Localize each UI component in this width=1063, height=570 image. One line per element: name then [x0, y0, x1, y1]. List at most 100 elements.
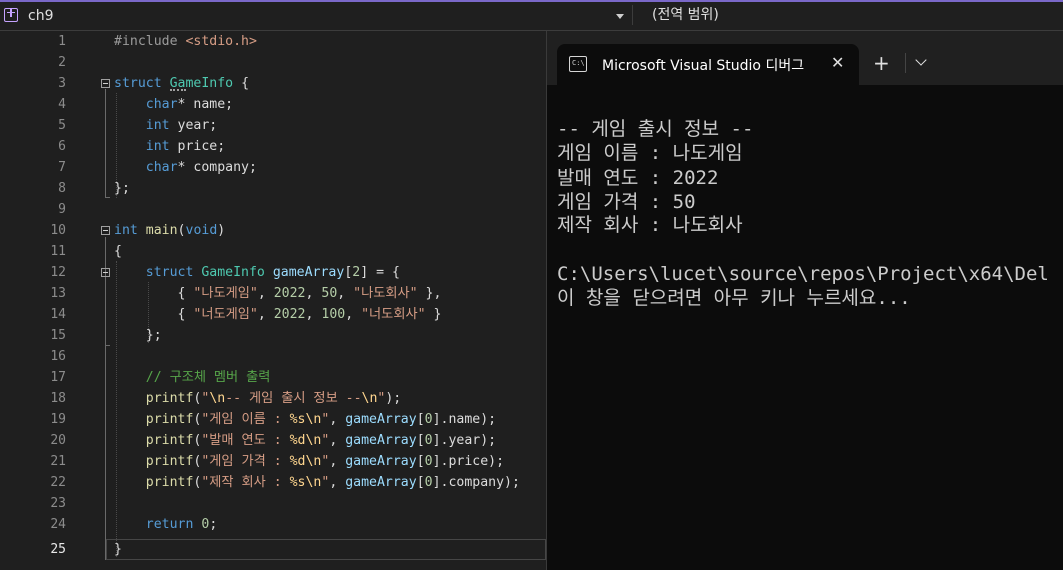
console-output-line: 제작 회사 : 나도회사: [557, 214, 743, 236]
number-literal: 0: [424, 412, 433, 427]
collapse-icon[interactable]: [101, 268, 110, 277]
code-line-22: 22 printf("제작 회사 : %s\n", gameArray[0].c…: [0, 472, 546, 493]
current-line-number: 25: [50, 542, 66, 557]
line-number: 15: [50, 328, 66, 343]
console-output-line: 게임 이름 : 나도게임: [557, 142, 743, 164]
code-line-7: 7 char* company;: [0, 157, 546, 178]
console-output-line: 이 창을 닫으려면 아무 키나 누르세요...: [557, 287, 911, 309]
string-literal: "너도게임": [193, 307, 258, 322]
code-text: {: [177, 286, 194, 301]
debug-console-window[interactable]: C:\ Microsoft Visual Studio 디버그 ✕ + -- 게…: [546, 31, 1063, 570]
code-text: ,: [329, 475, 346, 490]
line-number: 10: [50, 223, 66, 238]
code-text: }: [425, 307, 442, 322]
code-line-1: 1 #include <stdio.h>: [0, 31, 546, 52]
code-text: [: [416, 475, 425, 490]
code-text: ,: [305, 307, 322, 322]
code-text: ].name);: [432, 412, 497, 427]
line-number: 24: [50, 517, 66, 532]
keyword: int: [114, 223, 138, 238]
line-number: 2: [58, 55, 66, 70]
code-editor[interactable]: 1 #include <stdio.h> 2 3 struct GameInfo…: [0, 31, 546, 570]
toolbar-divider: [632, 5, 633, 25]
line-number: 4: [58, 97, 66, 112]
tab-divider: [905, 53, 906, 73]
number-literal: 100: [321, 307, 346, 322]
close-icon[interactable]: ✕: [831, 53, 844, 73]
code-text: ;: [209, 517, 218, 532]
line-number: 18: [50, 391, 66, 406]
code-text: ,: [337, 286, 354, 301]
code-text: {: [233, 76, 250, 91]
code-text: };: [114, 181, 130, 196]
variable-name: gameArray: [345, 454, 417, 469]
navigation-bar: ch9 (전역 범위): [0, 0, 1063, 31]
code-line-21: 21 printf("게임 가격 : %d\n", gameArray[0].p…: [0, 451, 546, 472]
line-number: 23: [50, 496, 66, 511]
code-line-18: 18 printf("\n-- 게임 출시 정보 --\n");: [0, 388, 546, 409]
keyword: return: [145, 517, 194, 532]
code-text: ].year);: [432, 433, 497, 448]
string-literal: -- 게임 출시 정보 --: [225, 391, 362, 406]
member-scope-dropdown[interactable]: (전역 범위): [652, 4, 1062, 27]
chevron-down-icon[interactable]: [915, 54, 927, 66]
code-line-17: 17 // 구조체 멤버 출력: [0, 367, 546, 388]
line-number: 8: [58, 181, 66, 196]
code-text: * name;: [177, 97, 234, 112]
function-name: main: [145, 223, 178, 238]
escape-sequence: \n: [209, 391, 226, 406]
code-text: [: [416, 454, 425, 469]
line-number: 12: [50, 265, 66, 280]
format-specifier: %d: [289, 454, 306, 469]
function-name: printf: [145, 391, 194, 406]
number-literal: 0: [424, 433, 433, 448]
line-number: 13: [50, 286, 66, 301]
string-literal: "제작 회사 :: [201, 475, 290, 490]
project-scope-dropdown[interactable]: ch9: [4, 4, 630, 27]
number-literal: 0: [424, 475, 433, 490]
collapse-icon[interactable]: [101, 226, 110, 235]
code-text: [: [416, 433, 425, 448]
keyword: struct: [114, 76, 162, 91]
line-number: 14: [50, 307, 66, 322]
code-line-2: 2: [0, 52, 546, 73]
terminal-icon-text: C:\: [572, 59, 585, 67]
code-text: {: [177, 307, 194, 322]
function-name: printf: [145, 454, 194, 469]
code-line-12: 12 struct GameInfo gameArray[2] = {: [0, 262, 546, 283]
new-tab-icon[interactable]: +: [873, 51, 890, 75]
code-text: price;: [169, 139, 226, 154]
collapse-icon[interactable]: [101, 79, 110, 88]
project-scope-label: ch9: [28, 7, 54, 24]
console-tab-bar: C:\ Microsoft Visual Studio 디버그 ✕ +: [547, 31, 1063, 85]
code-line-13: 13 { "나도게임", 2022, 50, "나도회사" },: [0, 283, 546, 304]
string-literal: "게임 이름 :: [201, 412, 290, 427]
string-literal: "너도회사": [361, 307, 426, 322]
line-number: 16: [50, 349, 66, 364]
line-number: 22: [50, 475, 66, 490]
variable-name: gameArray: [345, 475, 417, 490]
string-literal: "나도게임": [193, 286, 258, 301]
chevron-down-icon[interactable]: [616, 14, 624, 19]
line-number: 1: [58, 34, 66, 49]
code-line-24: 24 return 0;: [0, 514, 546, 535]
format-specifier: %d: [289, 433, 306, 448]
number-literal: 0: [424, 454, 433, 469]
keyword: int: [145, 118, 170, 133]
console-output-line: 게임 가격 : 50: [557, 191, 696, 213]
code-text: * company;: [177, 160, 257, 175]
keyword: char: [145, 97, 178, 112]
escape-sequence: \n: [305, 412, 322, 427]
code-line-19: 19 printf("게임 이름 : %s\n", gameArray[0].n…: [0, 409, 546, 430]
keyword: struct: [145, 265, 194, 280]
code-line-5: 5 int year;: [0, 115, 546, 136]
format-specifier: %s: [289, 475, 306, 490]
line-number: 11: [50, 244, 66, 259]
code-text: [: [416, 412, 425, 427]
code-line-16: 16: [0, 346, 546, 367]
console-output-line: C:\Users\lucet\source\repos\Project\x64\…: [557, 263, 1049, 285]
escape-sequence: \n: [305, 475, 322, 490]
code-text: },: [417, 286, 442, 301]
console-tab[interactable]: C:\ Microsoft Visual Studio 디버그 ✕: [557, 44, 859, 85]
code-line-20: 20 printf("발매 연도 : %d\n", gameArray[0].y…: [0, 430, 546, 451]
